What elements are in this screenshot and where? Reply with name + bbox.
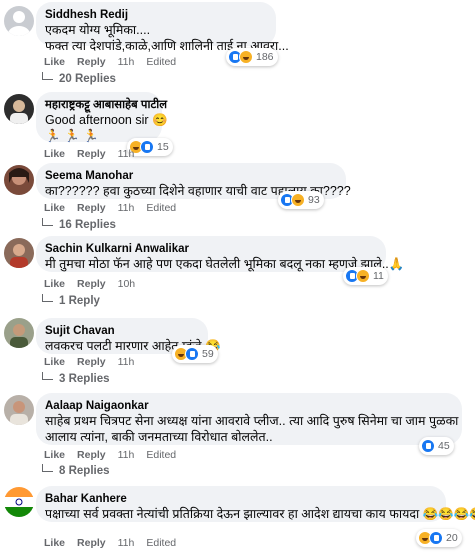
reaction-count: 45: [438, 440, 450, 452]
like-reaction-icon: [185, 347, 199, 361]
commenter-name[interactable]: Sujit Chavan: [45, 324, 198, 338]
comment-actions: Like Reply 11h Edited: [44, 202, 188, 214]
person-avatar-icon: [10, 324, 28, 348]
timestamp[interactable]: 11h: [118, 449, 135, 461]
reply-button[interactable]: Reply: [77, 356, 106, 368]
comment-text: Good afternoon sir 😊: [45, 113, 168, 127]
haha-reaction-icon: [291, 193, 305, 207]
reaction-count: 20: [446, 532, 458, 544]
reply-button[interactable]: Reply: [77, 449, 106, 461]
comment-bubble: Bahar Kanhere पक्षाच्या सर्व प्रवक्ता ने…: [36, 486, 475, 522]
replies-label[interactable]: 8 Replies: [59, 465, 110, 477]
comment-actions: Like Reply 11h: [44, 148, 146, 160]
replies-label[interactable]: 16 Replies: [59, 219, 116, 231]
like-button[interactable]: Like: [44, 356, 65, 368]
avatar[interactable]: [4, 318, 34, 348]
reply-arrow-icon: [42, 218, 53, 226]
reply-arrow-icon: [42, 372, 53, 380]
comment-bubble: Siddhesh Redij एकदम योग्य भूमिका.... फक्…: [36, 2, 289, 53]
reply-button[interactable]: Reply: [77, 537, 106, 549]
reaction-count: 15: [157, 141, 169, 153]
timestamp[interactable]: 11h: [118, 148, 135, 160]
haha-reaction-icon: [356, 269, 370, 283]
edited-label: Edited: [146, 202, 177, 214]
reaction-summary[interactable]: 186: [226, 48, 278, 66]
avatar[interactable]: [4, 165, 34, 195]
like-button[interactable]: Like: [44, 278, 65, 290]
avatar[interactable]: [4, 487, 34, 517]
view-replies-link[interactable]: 8 Replies: [42, 464, 110, 477]
reaction-summary[interactable]: 45: [419, 437, 454, 455]
like-button[interactable]: Like: [44, 537, 65, 549]
reply-button[interactable]: Reply: [77, 202, 106, 214]
comment-text: एकदम योग्य भूमिका....: [45, 23, 151, 37]
timestamp[interactable]: 10h: [118, 278, 136, 290]
avatar[interactable]: [4, 238, 34, 268]
person-avatar-icon: [9, 168, 29, 185]
like-button[interactable]: Like: [44, 202, 65, 214]
reaction-summary[interactable]: 93: [278, 191, 324, 209]
view-replies-link[interactable]: 16 Replies: [42, 218, 116, 231]
reaction-count: 186: [256, 51, 274, 63]
haha-reaction-icon: [239, 50, 253, 64]
reply-button[interactable]: Reply: [77, 56, 106, 68]
reply-arrow-icon: [42, 72, 53, 80]
timestamp[interactable]: 11h: [118, 202, 135, 214]
edited-label: Edited: [146, 449, 177, 461]
timestamp[interactable]: 11h: [118, 56, 135, 68]
comment-text-line2: आलाय त्यांना, बाकी जनमताच्या विरोधात बोल…: [45, 430, 273, 444]
reaction-summary[interactable]: 59: [172, 345, 218, 363]
comment-text: पक्षाच्या सर्व प्रवक्ता नेत्यांची प्रतिक…: [45, 507, 475, 521]
person-avatar-icon: [10, 401, 28, 425]
commenter-name[interactable]: Sachin Kulkarni Anwalikar: [45, 242, 376, 256]
india-flag-avatar-icon: [4, 487, 34, 517]
commenter-name[interactable]: महाराष्ट्रकट्टू आबासाहेब पाटील: [45, 98, 167, 112]
comment-actions: Like Reply 11h Edited: [44, 537, 188, 549]
edited-label: Edited: [146, 537, 177, 549]
comment-bubble: महाराष्ट्रकट्टू आबासाहेब पाटील Good afte…: [36, 92, 168, 143]
comment-text: साहेब प्रथम चित्रपट सेना अध्यक्ष यांना आ…: [45, 414, 459, 428]
like-reaction-icon: [421, 439, 435, 453]
commenter-name[interactable]: Seema Manohar: [45, 169, 336, 183]
commenter-name[interactable]: Aalaap Naigaonkar: [45, 399, 452, 413]
reply-arrow-icon: [42, 294, 53, 302]
view-replies-link[interactable]: 20 Replies: [42, 72, 116, 85]
avatar[interactable]: [4, 395, 34, 425]
like-button[interactable]: Like: [44, 56, 65, 68]
timestamp[interactable]: 11h: [118, 356, 135, 368]
reaction-count: 93: [308, 194, 320, 206]
comment-actions: Like Reply 11h Edited: [44, 56, 188, 68]
commenter-name[interactable]: Siddhesh Redij: [45, 8, 266, 22]
comment-actions: Like Reply 11h Edited: [44, 449, 188, 461]
avatar[interactable]: [4, 6, 34, 36]
avatar[interactable]: [4, 94, 34, 124]
comment-bubble: Aalaap Naigaonkar साहेब प्रथम चित्रपट से…: [36, 393, 462, 445]
default-avatar-icon: [8, 11, 30, 36]
edited-label: Edited: [146, 56, 177, 68]
like-reaction-icon: [429, 531, 443, 545]
reaction-count: 59: [202, 348, 214, 360]
person-avatar-icon: [10, 244, 28, 268]
view-replies-link[interactable]: 1 Reply: [42, 294, 100, 307]
commenter-name[interactable]: Bahar Kanhere: [45, 492, 436, 506]
reaction-summary[interactable]: 11: [343, 267, 388, 285]
replies-label[interactable]: 20 Replies: [59, 73, 116, 85]
like-button[interactable]: Like: [44, 449, 65, 461]
comment-actions: Like Reply 10h: [44, 278, 147, 290]
reply-arrow-icon: [42, 464, 53, 472]
like-button[interactable]: Like: [44, 148, 65, 160]
reaction-summary[interactable]: 20: [416, 529, 462, 547]
comment-text: मी तुमचा मोठा फॅन आहे पण एकदा घेतलेली भू…: [45, 257, 405, 271]
replies-label[interactable]: 3 Replies: [59, 373, 110, 385]
comment-bubble: Sachin Kulkarni Anwalikar मी तुमचा मोठा …: [36, 236, 405, 272]
reply-button[interactable]: Reply: [77, 148, 106, 160]
view-replies-link[interactable]: 3 Replies: [42, 372, 110, 385]
person-avatar-icon: [10, 100, 28, 124]
replies-label[interactable]: 1 Reply: [59, 295, 100, 307]
reply-button[interactable]: Reply: [77, 278, 106, 290]
timestamp[interactable]: 11h: [118, 537, 135, 549]
comment-actions: Like Reply 11h: [44, 356, 146, 368]
reaction-count: 11: [373, 270, 384, 282]
